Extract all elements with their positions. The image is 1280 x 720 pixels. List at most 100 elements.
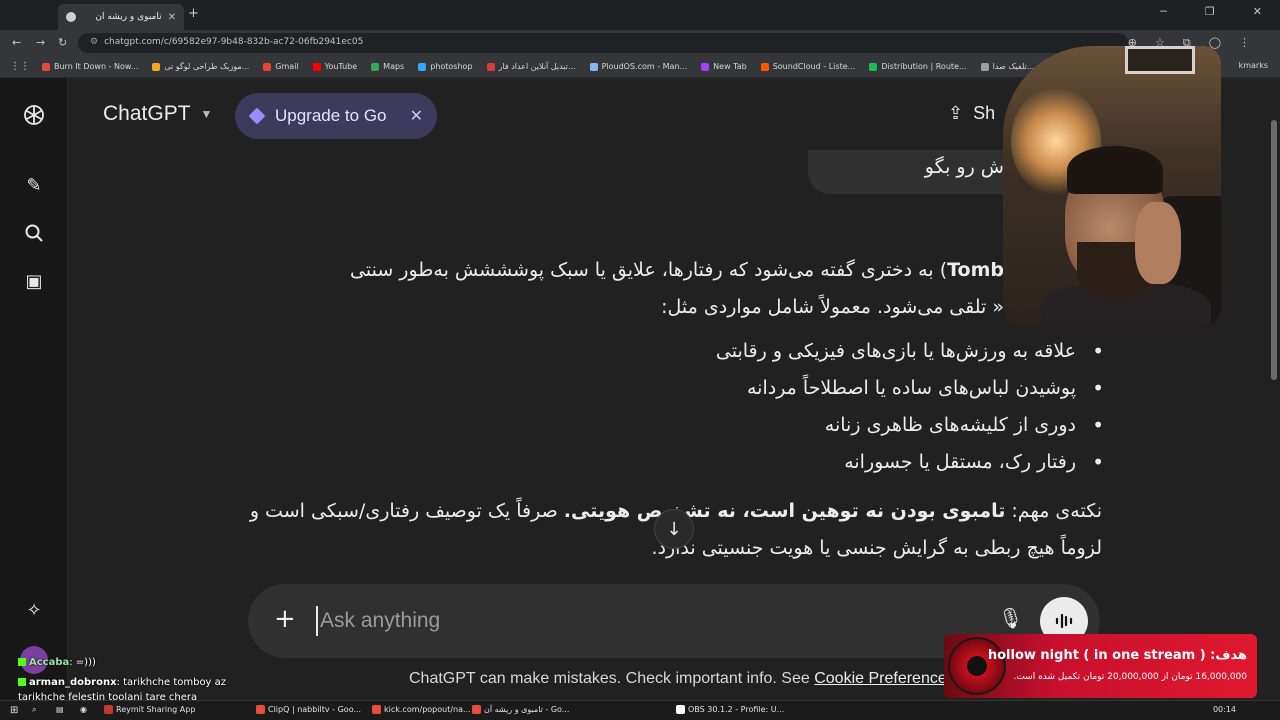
assistant-paragraph: Tomb) به دختری گفته می‌شود که رفتارها، ع… [304, 252, 1004, 326]
bookmark-item[interactable]: SoundCloud - Liste... [760, 62, 855, 71]
taskbar-app-icon [372, 705, 381, 714]
taskbar-app[interactable]: تامبوی و ریشه آن - Go... [472, 705, 569, 714]
bookmark-favicon-icon [589, 62, 598, 71]
bookmark-item[interactable]: YouTube [312, 62, 358, 71]
taskbar-app[interactable]: kick.com/popout/na... [372, 705, 471, 714]
share-button[interactable]: ⇪ Sh [948, 103, 995, 124]
assistant-bullet-list: علاقه به ورزش‌ها یا بازی‌های فیزیکی و رق… [604, 333, 1104, 481]
taskbar-app-icon [676, 705, 685, 714]
search-icon[interactable]: ⌕ [32, 705, 36, 715]
address-bar[interactable]: ⚙ chatgpt.com/c/69582e97-9b48-832b-ac72-0… [78, 33, 1128, 53]
bookmark-item[interactable]: Maps [371, 62, 404, 71]
user-message-text: ش رو بگو [924, 156, 1004, 178]
openai-logo-icon[interactable] [20, 101, 48, 129]
list-item: علاقه به ورزش‌ها یا بازی‌های فیزیکی و رق… [604, 333, 1104, 370]
back-icon[interactable]: ← [12, 36, 21, 49]
disclaimer-text: ChatGPT can make mistakes. Check importa… [409, 670, 815, 687]
microphone-icon[interactable]: 🎙 [998, 606, 1023, 630]
arrow-down-icon: ↓ [666, 518, 682, 540]
brand-title: ChatGPT [103, 102, 191, 125]
bookmark-label: تبدیل آنلاین اعداد فار... [498, 62, 576, 71]
kick-badge-icon [18, 658, 26, 666]
apps-icon[interactable]: ⋮⋮ [10, 61, 30, 72]
window-controls: ─ ❐ ✕ [1160, 5, 1262, 18]
bookmark-item[interactable]: Burn It Down - Now... [42, 62, 138, 71]
bookmark-favicon-icon [152, 62, 161, 71]
taskbar-app-label: Reymit Sharing App [116, 705, 196, 714]
minimize-icon[interactable]: ─ [1160, 5, 1167, 18]
bookmark-label: photoshop [430, 62, 473, 71]
donation-progress-text: 16,000,000 تومان از 20,000,000 تومان تکم… [1013, 672, 1247, 682]
all-bookmarks[interactable]: kmarks [1239, 61, 1268, 70]
kick-badge-icon [18, 678, 26, 686]
page-scrollbar[interactable] [1271, 120, 1277, 380]
chatgpt-favicon-icon [66, 12, 76, 22]
waveform-icon [1055, 613, 1073, 629]
bookmark-label: تلفیک صدا... [992, 62, 1035, 71]
taskbar-app[interactable]: Reymit Sharing App [104, 705, 195, 714]
bookmark-label: YouTube [324, 62, 358, 71]
taskbar-app[interactable]: ClipQ | nabbiltv - Goo... [256, 705, 361, 714]
bookmark-item[interactable]: Distribution | Route... [869, 62, 967, 71]
chat-line: arman_dobronx: tarikhche tomboy az [18, 675, 226, 690]
taskbar-app-label: kick.com/popout/na... [384, 705, 471, 714]
bookmark-favicon-icon [312, 62, 321, 71]
share-icon: ⇪ [948, 103, 964, 123]
bookmark-item[interactable]: PloudOS.com - Man... [589, 62, 687, 71]
chat-message: : =))) [69, 657, 96, 668]
list-item: دوری از کلیشه‌های ظاهری زنانه [604, 407, 1104, 444]
new-chat-icon[interactable]: ✎ [20, 171, 48, 199]
scroll-to-bottom-button[interactable]: ↓ [654, 509, 694, 549]
close-window-icon[interactable]: ✕ [1253, 5, 1262, 18]
tab-title: تامبوی و ریشه آن [95, 12, 162, 22]
bookmark-favicon-icon [42, 62, 50, 71]
menu-icon[interactable]: ⋮ [1239, 36, 1250, 50]
wall-frame [1125, 46, 1195, 74]
bookmark-favicon-icon [371, 62, 380, 71]
bookmark-item[interactable]: موزیک طراحی لوگو تی... [152, 62, 249, 71]
bookmark-favicon-icon [263, 62, 272, 71]
maximize-icon[interactable]: ❐ [1205, 5, 1215, 18]
new-tab-icon[interactable]: + [188, 6, 199, 21]
sparkle-icon[interactable]: ✧ [20, 596, 48, 624]
search-icon[interactable] [20, 219, 48, 247]
assistant-line-1: Tomb) به دختری گفته می‌شود که رفتارها، ع… [304, 252, 1004, 289]
site-info-icon[interactable]: ⚙ [90, 37, 98, 47]
library-icon[interactable]: ▣ [20, 267, 48, 295]
bookmark-item[interactable]: تلفیک صدا... [980, 62, 1035, 71]
bookmark-label: Distribution | Route... [881, 62, 967, 71]
url-text: chatgpt.com/c/69582e97-9b48-832b-ac72-06… [104, 37, 364, 47]
bookmark-label: Gmail [275, 62, 299, 71]
browser-tabstrip: تامبوی و ریشه آن ✕ + ─ ❐ ✕ [0, 0, 1280, 30]
forward-icon[interactable]: → [36, 36, 45, 49]
windows-start-icon[interactable]: ⊞ [10, 705, 18, 716]
tab-close-icon[interactable]: ✕ [168, 12, 176, 23]
upgrade-label: Upgrade to Go [275, 106, 387, 125]
taskbar-app-icon [256, 705, 265, 714]
chrome-icon[interactable]: ◉ [80, 705, 87, 714]
bookmark-item[interactable]: photoshop [418, 62, 473, 71]
bookmark-favicon-icon [486, 62, 495, 71]
file-explorer-icon[interactable]: ▤ [56, 705, 64, 714]
bookmark-item[interactable]: تبدیل آنلاین اعداد فار... [486, 62, 576, 71]
chat-username: Accaba [29, 657, 70, 668]
upgrade-banner[interactable]: Upgrade to Go ✕ [235, 93, 437, 139]
browser-tab-active[interactable]: تامبوی و ریشه آن ✕ [58, 4, 184, 30]
bookmark-item[interactable]: New Tab [701, 62, 747, 71]
add-attachment-icon[interactable]: + [274, 606, 296, 632]
model-selector[interactable]: ChatGPT ▼ [103, 102, 212, 126]
prompt-input[interactable] [316, 606, 976, 636]
cookie-preferences-link[interactable]: Cookie Preferences [814, 670, 955, 687]
taskbar-app[interactable]: OBS 30.1.2 - Profile: U... [676, 705, 784, 714]
chevron-down-icon: ▼ [200, 107, 213, 121]
taskbar-app-icon [472, 705, 481, 714]
bookmark-item[interactable]: Gmail [263, 62, 299, 71]
windows-taskbar: ⊞ ⌕ ▤ ◉ Reymit Sharing App ClipQ | nabbil… [0, 700, 1280, 720]
reload-icon[interactable]: ↻ [58, 36, 67, 49]
taskbar-app-icon [104, 705, 113, 714]
dismiss-upgrade-icon[interactable]: ✕ [410, 106, 423, 126]
donation-goal-overlay: هدف: ( hollow night ( in one stream 16,0… [944, 634, 1257, 698]
share-label: Sh [973, 103, 996, 123]
note-prefix: نکته‌ی مهم: [1005, 500, 1102, 522]
bookmark-favicon-icon [869, 62, 878, 71]
